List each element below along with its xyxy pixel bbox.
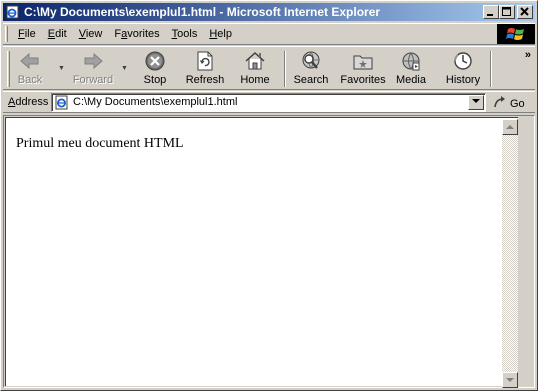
back-button[interactable]: Back bbox=[13, 49, 47, 89]
favorites-folder-icon bbox=[352, 49, 374, 73]
ie-page-icon bbox=[54, 95, 70, 110]
document-area[interactable]: Primul meu document HTML bbox=[5, 117, 518, 388]
menu-edit[interactable]: Edit bbox=[42, 28, 73, 40]
media-globe-icon bbox=[400, 49, 422, 73]
windows-flag-logo bbox=[497, 24, 535, 44]
stop-button[interactable]: Stop bbox=[137, 49, 173, 89]
toolbar-more-chevron[interactable]: » bbox=[525, 49, 531, 61]
search-globe-icon bbox=[300, 49, 322, 73]
history-clock-icon bbox=[452, 49, 474, 73]
address-dropdown-button[interactable] bbox=[468, 95, 484, 110]
scroll-down-button[interactable] bbox=[502, 372, 518, 388]
home-icon bbox=[244, 49, 266, 73]
stop-icon bbox=[144, 49, 166, 73]
toolbar-separator bbox=[284, 51, 286, 87]
favorites-button[interactable]: Favorites bbox=[338, 49, 388, 89]
menu-help[interactable]: Help bbox=[203, 28, 238, 40]
browser-window: C:\My Documents\exemplul1.html - Microso… bbox=[0, 0, 538, 391]
maximize-button[interactable] bbox=[499, 5, 515, 19]
refresh-icon bbox=[195, 49, 215, 73]
menu-bar: File Edit View Favorites Tools Help bbox=[3, 23, 535, 45]
refresh-button[interactable]: Refresh bbox=[182, 49, 228, 89]
vertical-scrollbar[interactable] bbox=[502, 119, 518, 388]
content-frame: Primul meu document HTML bbox=[3, 115, 535, 388]
menu-file[interactable]: File bbox=[12, 28, 42, 40]
standard-toolbar: Back ▼ Forward ▼ Stop Refresh Home Searc… bbox=[3, 46, 535, 90]
go-button[interactable]: Go bbox=[493, 95, 525, 112]
window-title: C:\My Documents\exemplul1.html - Microso… bbox=[24, 5, 381, 19]
window-controls bbox=[483, 5, 533, 19]
title-bar[interactable]: C:\My Documents\exemplul1.html - Microso… bbox=[3, 3, 535, 21]
forward-dropdown-icon[interactable]: ▼ bbox=[121, 65, 128, 72]
address-bar: Address C:\My Documents\exemplul1.html G… bbox=[3, 91, 535, 113]
close-button[interactable] bbox=[517, 5, 533, 19]
history-button[interactable]: History bbox=[443, 49, 483, 89]
toolbar-separator bbox=[490, 51, 492, 87]
menu-favorites[interactable]: Favorites bbox=[108, 28, 165, 40]
toolbar-grip[interactable] bbox=[7, 51, 10, 87]
back-arrow-icon bbox=[19, 49, 41, 73]
scroll-up-button[interactable] bbox=[502, 119, 518, 135]
menu-grip[interactable] bbox=[5, 26, 8, 42]
media-button[interactable]: Media bbox=[394, 49, 428, 89]
home-button[interactable]: Home bbox=[236, 49, 274, 89]
search-button[interactable]: Search bbox=[292, 49, 330, 89]
forward-arrow-icon bbox=[82, 49, 104, 73]
menu-view[interactable]: View bbox=[73, 28, 109, 40]
minimize-button[interactable] bbox=[483, 5, 499, 19]
forward-button[interactable]: Forward bbox=[71, 49, 115, 89]
go-arrow-icon bbox=[493, 95, 507, 112]
ie-page-icon[interactable] bbox=[5, 4, 21, 20]
address-input[interactable]: C:\My Documents\exemplul1.html bbox=[51, 93, 486, 112]
address-value: C:\My Documents\exemplul1.html bbox=[73, 96, 238, 108]
address-label: Address bbox=[8, 96, 49, 108]
document-text: Primul meu document HTML bbox=[16, 136, 184, 151]
menu-tools[interactable]: Tools bbox=[166, 28, 204, 40]
back-dropdown-icon[interactable]: ▼ bbox=[58, 65, 65, 72]
